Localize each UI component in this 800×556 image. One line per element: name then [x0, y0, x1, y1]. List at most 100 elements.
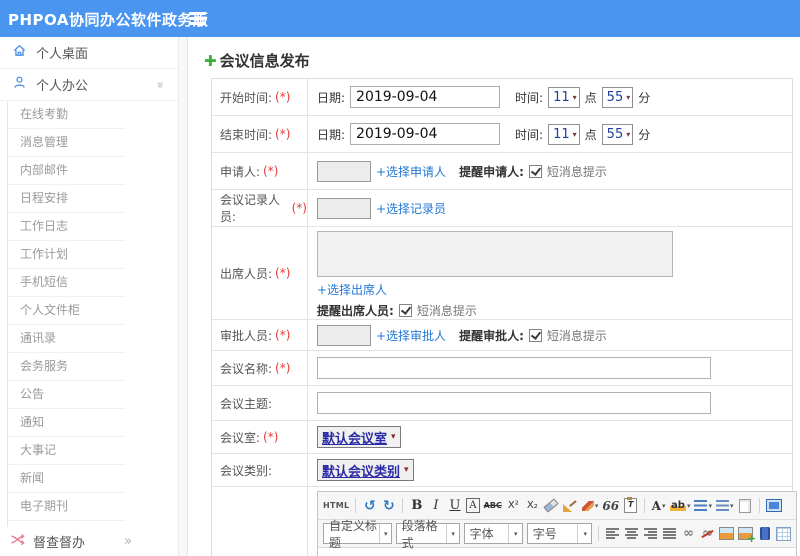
select-approver-link[interactable]: +选择审批人	[376, 327, 446, 344]
sidebar-item-office[interactable]: 个人办公 »	[0, 69, 178, 101]
unlink-icon[interactable]: ∞	[700, 525, 715, 543]
redo-icon[interactable]: ↻	[381, 497, 396, 515]
align-center-icon[interactable]	[624, 525, 639, 543]
hamburger-menu-icon[interactable]	[189, 12, 206, 25]
select-recorder-link[interactable]: +选择记录员	[376, 200, 446, 217]
end-hour-select[interactable]: 11 ▾	[548, 123, 580, 145]
label-text: 会议记录人员:	[220, 193, 281, 224]
blockquote-button[interactable]: 66	[602, 497, 619, 515]
sidebar-subitem[interactable]: 日程安排	[8, 185, 125, 213]
italic-button[interactable]: I	[428, 497, 443, 515]
label-text: 开始时间:	[220, 90, 273, 105]
sidebar-subitem[interactable]: 电子期刊	[8, 493, 125, 521]
eraser-icon[interactable]	[543, 497, 559, 515]
table-row: 会议名称: (*)	[212, 351, 792, 386]
broom-icon[interactable]	[563, 497, 578, 515]
field-start-time: 日期: 时间: 11 ▾ 点 55 ▾ 分	[308, 79, 792, 115]
sms-label: 短消息提示	[416, 304, 477, 318]
required-mark: (*)	[275, 90, 291, 104]
font-size-select[interactable]: 字号 ▾	[526, 523, 593, 544]
sidebar-subitem[interactable]: 手机短信	[8, 269, 125, 297]
attendees-textarea[interactable]	[317, 231, 673, 277]
end-minute-select[interactable]: 55 ▾	[601, 123, 634, 145]
sidebar-item-desktop[interactable]: 个人桌面	[0, 37, 178, 69]
required-mark: (*)	[263, 164, 279, 178]
sidebar-subitem[interactable]: 通讯录	[8, 325, 125, 353]
meeting-name-input[interactable]	[317, 357, 711, 379]
table-row: 申请人: (*) +选择申请人 提醒申请人: 短消息提示	[212, 153, 792, 190]
sidebar: 个人桌面 个人办公 » 在线考勤 消息管理 内部邮件 日程安排 工作日志 工作计…	[0, 37, 179, 556]
paste-icon[interactable]	[623, 497, 638, 515]
highlight-color-button[interactable]: ab ▾	[670, 497, 690, 515]
subscript-button[interactable]: X₂	[525, 497, 540, 515]
superscript-button[interactable]: X²	[506, 497, 521, 515]
insert-table-icon[interactable]	[776, 525, 792, 543]
sidebar-subitem[interactable]: 通知	[8, 409, 125, 437]
dropdown-arrow-icon: ▾	[391, 432, 396, 442]
sidebar-subitem-label: 公告	[20, 387, 45, 401]
dropdown-arrow-icon: ▾	[626, 129, 631, 139]
select-applicant-link[interactable]: +选择申请人	[376, 163, 446, 180]
upload-image-icon[interactable]	[738, 525, 754, 543]
start-hour-select[interactable]: 11 ▾	[548, 86, 580, 108]
sms-remind-checkbox[interactable]	[398, 304, 412, 317]
editor-content-area[interactable]	[318, 548, 796, 556]
ordered-list-icon[interactable]: ▾	[694, 497, 712, 515]
start-date-input[interactable]	[350, 86, 501, 108]
sidebar-subitem[interactable]: 工作计划	[8, 241, 125, 269]
approver-input[interactable]	[317, 324, 371, 346]
sidebar-subitem[interactable]: 内部邮件	[8, 157, 125, 185]
start-minute-select[interactable]: 55 ▾	[601, 86, 634, 108]
editor-toolbar-row1: HTML ↺ ↻ B I U A ABC X² X₂ ▾ 66 T A ▾ ab…	[318, 492, 796, 520]
align-right-icon[interactable]	[643, 525, 658, 543]
select-attendee-link[interactable]: +选择出席人	[317, 281, 387, 298]
bold-button[interactable]: B	[409, 497, 424, 515]
meeting-category-select[interactable]: 默认会议类别 ▾	[317, 459, 414, 481]
paragraph-select[interactable]: 段落格式 ▾	[395, 519, 460, 550]
meeting-topic-input[interactable]	[317, 392, 711, 414]
unordered-list-icon[interactable]: ▾	[715, 497, 734, 515]
sidebar-subitem[interactable]: 在线考勤	[8, 101, 125, 129]
insert-image-icon[interactable]	[719, 525, 735, 543]
sms-remind-checkbox[interactable]	[528, 164, 542, 178]
underline-button[interactable]: U	[447, 497, 462, 515]
align-justify-icon[interactable]	[662, 525, 677, 543]
sidebar-subitem[interactable]: 个人文件柜	[8, 297, 125, 325]
style-select[interactable]: 自定义标题 ▾	[323, 519, 392, 550]
align-left-icon[interactable]	[605, 525, 620, 543]
sidebar-subitem[interactable]: 消息管理	[8, 129, 125, 157]
autotypeset-button[interactable]: A	[466, 498, 480, 513]
fullscreen-icon[interactable]	[765, 497, 782, 515]
sidebar-subitem[interactable]: 新闻	[8, 465, 125, 493]
applicant-input[interactable]	[317, 160, 371, 182]
strikethrough-button[interactable]: ABC	[484, 497, 502, 515]
paint-format-icon[interactable]: ▾	[581, 497, 598, 515]
sidebar-item-supervise[interactable]: 督查督办 »	[0, 527, 178, 556]
sidebar-item-label: 督查督办	[33, 536, 86, 551]
dropdown-arrow-icon: ▾	[445, 524, 459, 543]
link-icon[interactable]: ∞	[681, 525, 696, 543]
end-date-input[interactable]	[350, 123, 501, 145]
sidebar-subitem[interactable]: 公告	[8, 381, 125, 409]
recorder-input[interactable]	[317, 197, 371, 219]
insert-media-icon[interactable]	[757, 525, 772, 543]
sidebar-subitem-label: 新闻	[20, 471, 45, 485]
start-hour-value: 11	[553, 89, 570, 105]
dropdown-arrow-icon: ▾	[729, 501, 734, 510]
sidebar-subitem[interactable]: 会务服务	[8, 353, 125, 381]
sidebar-subitem[interactable]: 工作日志	[8, 213, 125, 241]
meeting-room-select[interactable]: 默认会议室 ▾	[317, 426, 401, 448]
dropdown-arrow-icon: ▾	[507, 524, 522, 543]
new-page-icon[interactable]	[738, 497, 753, 515]
html-source-button[interactable]: HTML	[323, 497, 349, 515]
font-family-select[interactable]: 字体 ▾	[463, 523, 523, 544]
date-label: 日期:	[317, 90, 346, 105]
sms-remind-checkbox[interactable]	[528, 328, 542, 342]
field-label-applicant: 申请人: (*)	[212, 153, 308, 189]
sidebar-subitem[interactable]: 大事记	[8, 437, 125, 465]
sms-label: 短消息提示	[546, 164, 607, 179]
font-color-button[interactable]: A ▾	[651, 497, 666, 515]
table-row: 开始时间: (*) 日期: 时间: 11 ▾ 点 55 ▾	[212, 79, 792, 116]
scrollbar-track[interactable]	[179, 37, 187, 556]
undo-icon[interactable]: ↺	[362, 497, 377, 515]
